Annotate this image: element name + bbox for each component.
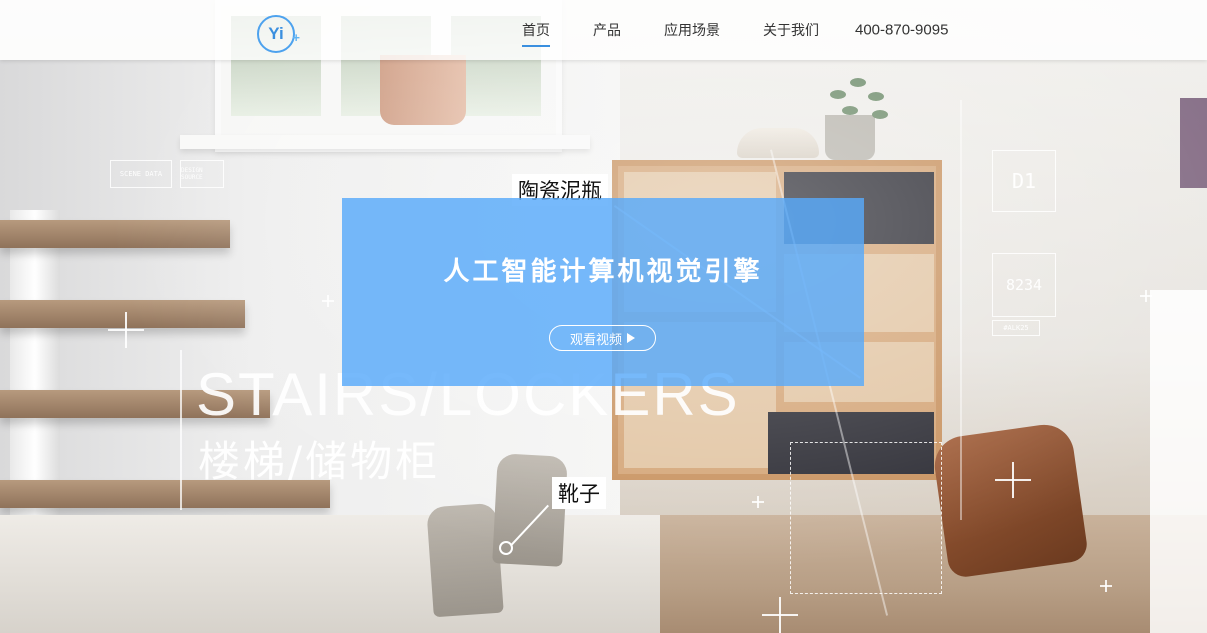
hud-tag: #ALK25 (992, 320, 1040, 336)
small-crosshair-icon (322, 295, 334, 307)
object-tag-boots: 靴子 (552, 477, 606, 509)
hero-title: 人工智能计算机视觉引擎 (443, 257, 763, 287)
play-triangle-icon (627, 333, 635, 343)
tag-anchor-dot (499, 541, 513, 555)
hud-box: D1 (992, 150, 1056, 212)
phone-number: 400-870-9095 (855, 21, 949, 39)
nav-item-scenarios[interactable]: 应用场景 (664, 20, 720, 40)
watch-video-button[interactable]: 观看视频 (549, 325, 656, 351)
top-navigation-bar: Yi + 首页 产品 应用场景 关于我们 400-870-9095 (0, 0, 1207, 60)
scene-title-zh: 楼梯/储物柜 (198, 437, 441, 486)
hud-box-label: D1 (1011, 169, 1037, 193)
hud-label-text: SCENE DATA (119, 170, 163, 178)
hud-label: DESIGN SOURCE (180, 160, 224, 188)
hud-label-text: DESIGN SOURCE (181, 167, 203, 181)
small-crosshair-icon (752, 496, 764, 508)
hud-line (960, 100, 962, 520)
nav-item-home[interactable]: 首页 (522, 20, 550, 47)
logo-plus-icon: + (292, 30, 300, 45)
crosshair-icon (108, 312, 144, 348)
logo-text: Yi (268, 24, 284, 43)
nav-item-products[interactable]: 产品 (593, 20, 621, 40)
hud-tag-label: #ALK25 (1003, 324, 1029, 332)
hud-frame (790, 442, 942, 594)
hud-line (180, 350, 182, 510)
watch-video-label: 观看视频 (569, 332, 622, 348)
hud-box: 8234 (992, 253, 1056, 317)
small-crosshair-icon (1140, 290, 1152, 302)
logo[interactable]: Yi + (257, 15, 300, 53)
nav-item-about[interactable]: 关于我们 (763, 20, 819, 40)
hero-banner: 人工智能计算机视觉引擎 观看视频 (342, 198, 864, 386)
crosshair-icon (995, 462, 1031, 498)
hud-box-label: 8234 (1005, 276, 1043, 294)
hud-label: SCENE DATA (110, 160, 172, 188)
small-crosshair-icon (1100, 580, 1112, 592)
crosshair-icon (762, 597, 798, 633)
